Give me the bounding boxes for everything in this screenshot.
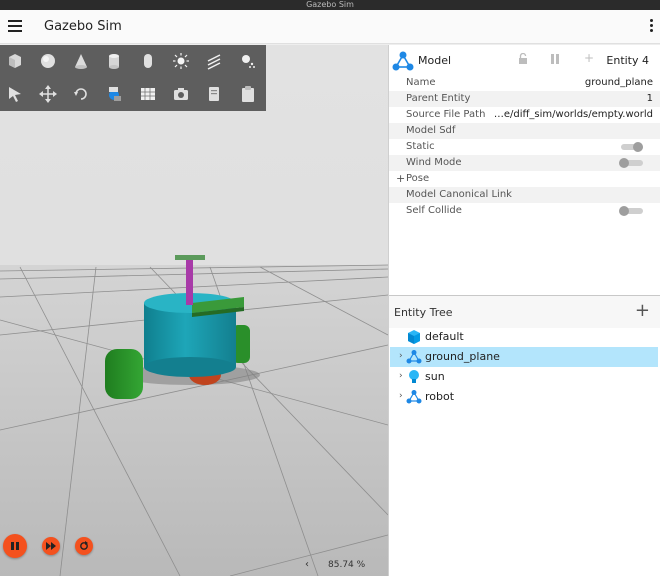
tree-item-label: ground_plane <box>425 350 500 363</box>
tree-item-ground-plane[interactable]: › ground_plane <box>390 347 658 367</box>
tree-item-sun[interactable]: › sun <box>390 367 658 387</box>
capsule-icon[interactable] <box>136 49 160 73</box>
self-collide-toggle[interactable] <box>619 206 645 216</box>
tree-item-label: robot <box>425 390 455 403</box>
property-key: Name <box>406 77 436 88</box>
os-window-title: Gazebo Sim <box>306 0 354 9</box>
more-options-icon[interactable] <box>648 19 654 35</box>
copy-icon[interactable] <box>202 82 226 106</box>
component-inspector-header: Model + Entity 4 <box>389 45 660 75</box>
property-name: Name ground_plane <box>389 75 660 91</box>
refresh-icon <box>80 541 88 550</box>
model-icon <box>392 51 414 71</box>
select-icon[interactable] <box>3 82 27 106</box>
cone-icon[interactable] <box>69 49 93 73</box>
model-icon <box>406 390 422 404</box>
app-header: Gazebo Sim <box>0 10 660 44</box>
pause-icon <box>11 542 19 550</box>
property-key: Parent Entity <box>406 93 471 104</box>
property-key: Wind Mode <box>406 157 462 168</box>
os-title-bar: Gazebo Sim <box>0 0 660 10</box>
entity-id-label: Entity 4 <box>606 54 649 67</box>
property-key: Model Sdf <box>406 125 456 136</box>
directional-light-icon[interactable] <box>202 49 226 73</box>
fast-forward-icon <box>46 542 56 550</box>
app-title: Gazebo Sim <box>44 19 122 34</box>
property-key: Model Canonical Link <box>406 189 512 200</box>
property-model-canonical-link: Model Canonical Link <box>389 187 660 203</box>
add-entity-icon[interactable]: + <box>635 300 650 321</box>
right-panel: Model + Entity 4 Name ground_plane Paren… <box>388 45 660 576</box>
sphere-icon[interactable] <box>36 49 60 73</box>
tree-item-label: sun <box>425 370 445 383</box>
lock-icon[interactable] <box>517 53 529 65</box>
entity-tree-header: Entity Tree + <box>389 296 660 328</box>
property-key: Static <box>406 141 435 152</box>
real-time-factor: 85.74 % <box>328 560 366 570</box>
scene-viewport[interactable]: ‹ 85.74 % <box>0 45 388 576</box>
wind-mode-toggle[interactable] <box>619 158 645 168</box>
chevron-right-icon[interactable]: › <box>399 351 403 361</box>
transform-icon[interactable] <box>102 82 126 106</box>
property-key: Source File Path <box>406 109 486 120</box>
step-button[interactable] <box>42 537 60 555</box>
pause-updates-icon[interactable] <box>549 53 561 65</box>
property-static: Static <box>389 139 660 155</box>
spot-light-icon[interactable] <box>236 49 260 73</box>
property-value: 1 <box>646 93 653 104</box>
reset-button[interactable] <box>75 537 93 555</box>
chevron-right-icon[interactable]: › <box>399 391 403 401</box>
tree-item-default[interactable]: default <box>390 327 658 347</box>
property-wind-mode: Wind Mode <box>389 155 660 171</box>
entity-tree-title: Entity Tree <box>394 306 453 319</box>
add-component-icon[interactable]: + <box>584 51 594 65</box>
property-source-file-path: Source File Path …e/diff_sim/worlds/empt… <box>389 107 660 123</box>
cylinder-icon[interactable] <box>102 49 126 73</box>
shapes-toolbar <box>0 45 266 111</box>
property-key: Pose <box>406 173 430 184</box>
model-icon <box>406 350 422 364</box>
pause-button[interactable] <box>3 534 27 558</box>
rotate-icon[interactable] <box>69 82 93 106</box>
property-self-collide: Self Collide <box>389 203 660 219</box>
scene-render <box>0 45 388 576</box>
world-icon <box>408 330 420 344</box>
light-bulb-icon <box>409 370 419 383</box>
static-toggle[interactable] <box>619 142 645 152</box>
property-pose[interactable]: + Pose <box>389 171 660 187</box>
property-parent-entity: Parent Entity 1 <box>389 91 660 107</box>
tree-item-label: default <box>425 330 464 343</box>
property-key: Self Collide <box>406 205 462 216</box>
point-light-icon[interactable] <box>169 49 193 73</box>
property-value: …e/diff_sim/worlds/empty.world <box>493 109 653 120</box>
grid-icon[interactable] <box>136 82 160 106</box>
box-icon[interactable] <box>3 49 27 73</box>
paste-icon[interactable] <box>236 82 260 106</box>
hamburger-menu-icon[interactable] <box>8 20 22 32</box>
stats-expand-arrow[interactable]: ‹ <box>305 559 309 570</box>
component-type-label: Model <box>418 54 452 67</box>
expand-pose-icon[interactable]: + <box>396 172 405 185</box>
property-value: ground_plane <box>584 77 653 88</box>
screenshot-icon[interactable] <box>169 82 193 106</box>
tree-item-robot[interactable]: › robot <box>390 387 658 407</box>
property-model-sdf[interactable]: Model Sdf <box>389 123 660 139</box>
chevron-right-icon[interactable]: › <box>399 371 403 381</box>
translate-icon[interactable] <box>36 82 60 106</box>
